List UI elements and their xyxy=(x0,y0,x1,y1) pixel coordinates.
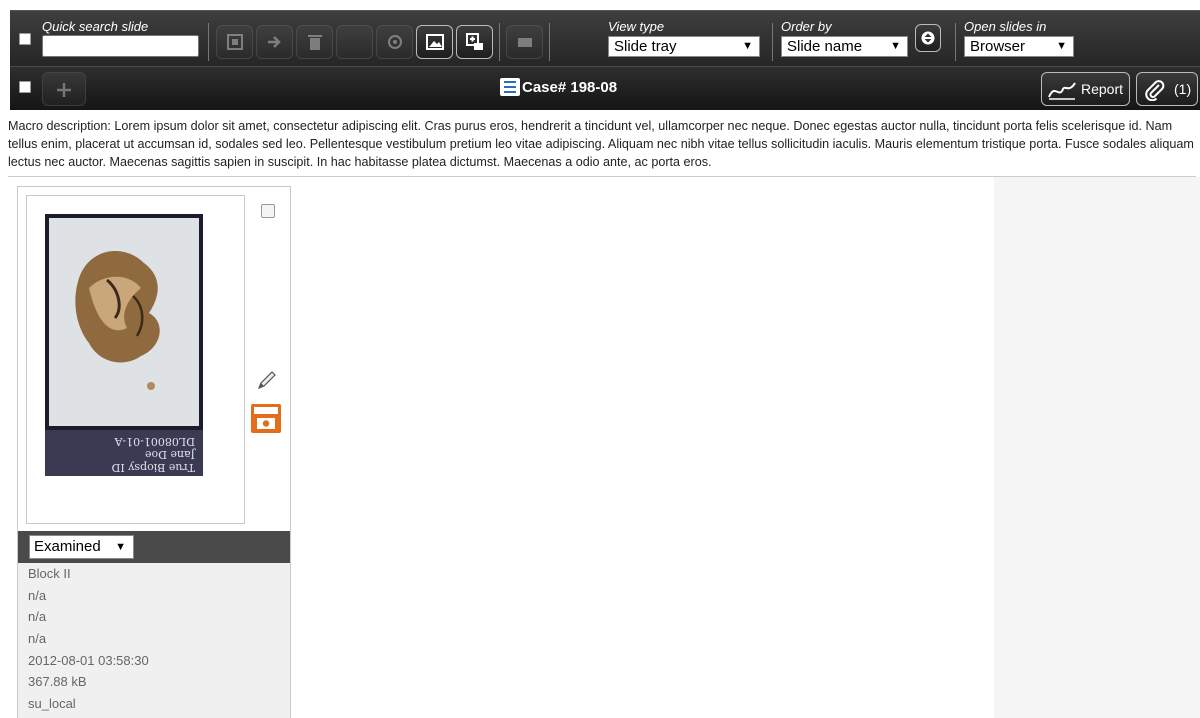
slide-meta-field: n/a xyxy=(28,609,47,625)
attachments-button[interactable]: (1) xyxy=(1136,72,1198,106)
report-button[interactable]: Report xyxy=(1041,72,1130,106)
chevron-down-icon: ▼ xyxy=(1056,40,1067,52)
open-slides-value: Browser xyxy=(970,38,1026,55)
slide-file-size: 367.88 kB xyxy=(28,674,87,690)
compare-icon xyxy=(518,38,532,47)
open-slides-label: Open slides in xyxy=(964,19,1047,34)
move-slides-button[interactable] xyxy=(42,72,86,106)
sort-direction-button[interactable] xyxy=(915,24,941,52)
slide-label-line: DL08001-01-A xyxy=(114,435,196,448)
email-button[interactable] xyxy=(376,25,413,59)
delete-button[interactable] xyxy=(296,25,333,59)
toolbar-separator xyxy=(955,23,956,61)
tissue-image xyxy=(49,218,199,426)
image-icon xyxy=(426,34,444,50)
scan-button[interactable] xyxy=(216,25,253,59)
chevron-down-icon: ▼ xyxy=(890,40,901,52)
chevron-down-icon: ▼ xyxy=(742,40,753,52)
image-button[interactable] xyxy=(416,25,453,59)
move-icon xyxy=(57,83,71,97)
slide-glass xyxy=(49,218,199,426)
order-by-select[interactable]: Slide name ▼ xyxy=(781,36,908,57)
case-header-bar: Case# 198-08 Report (1) xyxy=(10,66,1200,110)
email-icon xyxy=(388,35,402,49)
slide-metadata: Block II n/a n/a n/a 2012-08-01 03:58:30… xyxy=(18,563,290,718)
toolbar-separator xyxy=(772,23,773,61)
slide-status-select[interactable]: Examined ▼ xyxy=(29,535,134,559)
toolbar-separator xyxy=(499,23,500,61)
toolbar-separator xyxy=(549,23,550,61)
slide-status-value: Examined xyxy=(34,538,101,555)
slide-timestamp: 2012-08-01 03:58:30 xyxy=(28,652,149,668)
signature-icon xyxy=(1048,82,1076,100)
order-by-value: Slide name xyxy=(787,38,863,55)
slide-meta-field: n/a xyxy=(28,587,47,603)
order-by-label: Order by xyxy=(781,19,832,34)
right-panel xyxy=(994,177,1200,718)
macro-description: Macro description: Lorem ipsum dolor sit… xyxy=(8,119,1194,169)
camera-icon[interactable] xyxy=(251,404,281,433)
slide-block: Block II xyxy=(28,566,71,581)
view-type-value: Slide tray xyxy=(614,38,677,55)
slide-label: True Biopsy ID Jane Doe DL08001-01-A xyxy=(45,430,203,476)
chevron-down-icon: ▼ xyxy=(115,541,126,553)
slide-label-line: True Biopsy ID xyxy=(111,461,195,474)
paperclip-icon xyxy=(1145,80,1165,101)
view-type-select[interactable]: Slide tray ▼ xyxy=(608,36,760,57)
slide-select-checkbox[interactable] xyxy=(261,204,275,218)
case-title: Case# 198-08 xyxy=(522,79,618,96)
toolbar-separator xyxy=(208,23,209,61)
attachments-count: (1) xyxy=(1174,81,1192,97)
select-all-checkbox[interactable] xyxy=(19,33,31,45)
slide-label-line: Jane Doe xyxy=(144,448,195,461)
add-snapshot-button[interactable] xyxy=(456,25,493,59)
slide-status-bar: Examined ▼ xyxy=(18,531,290,563)
slide-card[interactable]: True Biopsy ID Jane Doe DL08001-01-A Exa… xyxy=(17,186,291,718)
blank-button[interactable] xyxy=(336,25,373,59)
slide-thumbnail-frame[interactable]: True Biopsy ID Jane Doe DL08001-01-A xyxy=(26,195,245,524)
report-label: Report xyxy=(1081,81,1124,97)
export-button[interactable] xyxy=(256,25,293,59)
quick-search-label: Quick search slide xyxy=(42,19,149,34)
sort-toggle-icon xyxy=(921,31,935,45)
case-list-icon xyxy=(500,78,520,96)
add-snapshot-icon xyxy=(466,33,483,50)
pencil-icon[interactable] xyxy=(256,369,278,391)
case-select-checkbox[interactable] xyxy=(19,81,31,93)
open-slides-select[interactable]: Browser ▼ xyxy=(964,36,1074,57)
slide-source: su_local xyxy=(28,696,76,712)
quick-search-input[interactable] xyxy=(42,35,199,57)
main-toolbar: Quick search slide View type Slide tray … xyxy=(10,10,1200,66)
delete-icon xyxy=(308,35,322,50)
compare-button[interactable] xyxy=(506,25,543,59)
view-type-label: View type xyxy=(608,19,665,34)
export-icon xyxy=(268,36,281,48)
slide-meta-field: n/a xyxy=(28,631,47,647)
slide-thumbnail[interactable]: True Biopsy ID Jane Doe DL08001-01-A xyxy=(45,214,203,476)
scan-icon xyxy=(227,34,243,50)
